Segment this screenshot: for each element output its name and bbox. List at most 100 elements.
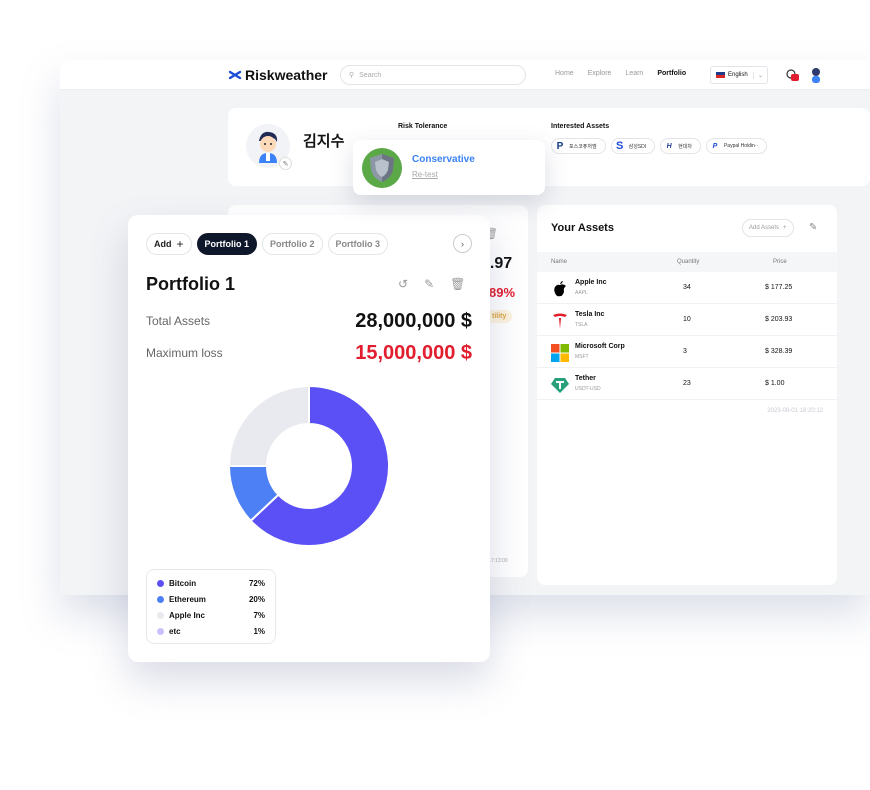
shield-icon — [362, 148, 402, 188]
legend-percent: 1% — [253, 626, 265, 636]
interest-chip-posco[interactable]: P 포스코퓨처엠 — [551, 138, 606, 154]
samsung-logo-icon: S — [615, 140, 624, 152]
chip-label: 포스코퓨처엠 — [569, 143, 597, 150]
col-name: Name — [551, 259, 568, 265]
portfolio-title: Portfolio 1 — [146, 274, 235, 294]
avatar: ✎ — [246, 124, 292, 170]
asset-ticker: AAPL — [575, 290, 588, 296]
posco-logo-icon: P — [556, 140, 564, 152]
total-assets-label: Total Assets — [146, 314, 211, 328]
chip-label: Paypal Holdin·· — [723, 143, 759, 149]
table-row[interactable]: Microsoft Corp MSFT 3 $ 328.39 — [537, 336, 837, 368]
risk-tolerance-popup: Conservative Re-test — [353, 140, 545, 195]
nav-portfolio[interactable]: Portfolio — [657, 70, 686, 77]
tab-portfolio-2[interactable]: Portfolio 2 — [262, 233, 323, 255]
logo-text: Riskweather — [245, 67, 328, 83]
legend-item: Bitcoin 72% — [157, 575, 265, 591]
user-avatar-icon[interactable] — [810, 67, 822, 83]
tab-portfolio-1[interactable]: Portfolio 1 — [196, 233, 258, 255]
chevron-right-icon[interactable]: › — [453, 234, 472, 253]
legend-item: etc 1% — [157, 623, 265, 639]
language-label: English — [728, 72, 748, 78]
chip-label: 삼성SDI — [628, 143, 647, 150]
assets-timestamp: 2023-08-01 18:20:12 — [767, 408, 823, 414]
search-input[interactable]: ⚲ Search — [340, 65, 526, 85]
risk-tolerance-label: Risk Tolerance — [398, 123, 448, 130]
language-select[interactable]: English ⌄ — [710, 66, 768, 84]
interest-chip-hyundai[interactable]: H 현대차 — [660, 138, 701, 154]
legend-dot — [157, 595, 164, 603]
edit-icon[interactable]: ✎ — [809, 222, 817, 233]
interest-chip-samsung[interactable]: S 삼성SDI — [610, 138, 656, 154]
asset-name: Microsoft Corp — [575, 343, 625, 350]
legend-dot — [157, 579, 164, 587]
col-price: Price — [773, 259, 787, 265]
asset-price: $ 328.39 — [765, 348, 793, 355]
edit-icon[interactable]: ✎ — [424, 277, 434, 291]
user-character-icon — [259, 131, 278, 163]
max-loss-value: 15,000,000 $ — [355, 342, 472, 364]
nav-learn[interactable]: Learn — [625, 70, 643, 77]
top-nav: Riskweather ⚲ Search Home Explore Learn … — [60, 60, 870, 90]
nav-home[interactable]: Home — [555, 70, 574, 77]
asset-quantity: 23 — [683, 380, 691, 387]
add-label: Add — [154, 239, 172, 249]
username: 김지수 — [303, 133, 345, 150]
trash-icon[interactable]: 🗑 — [450, 277, 465, 291]
asset-ticker: TSLA — [575, 322, 588, 328]
table-header: Name Quantity Price — [537, 252, 837, 272]
table-row[interactable]: Apple Inc AAPL 34 $ 177.25 — [537, 272, 837, 304]
asset-quantity: 34 — [683, 284, 691, 291]
legend-item: Apple Inc 7% — [157, 607, 265, 623]
plus-icon: + — [176, 237, 184, 251]
legend-name: etc — [169, 626, 181, 636]
add-assets-button[interactable]: Add Assets + — [742, 219, 794, 237]
asset-price: $ 177.25 — [765, 284, 793, 291]
risk-level-title: Conservative — [412, 154, 475, 165]
table-row[interactable]: Tesla Inc TSLA 10 $ 203.93 — [537, 304, 837, 336]
col-quantity: Quantity — [677, 259, 700, 265]
legend-dot — [157, 611, 164, 619]
legend-name: Apple Inc — [169, 610, 206, 620]
retest-link[interactable]: Re-test — [412, 170, 438, 179]
legend-name: Ethereum — [169, 594, 206, 604]
edit-avatar-icon[interactable]: ✎ — [279, 157, 292, 170]
asset-ticker: USDT-USD — [575, 386, 601, 392]
legend-dot — [157, 627, 164, 635]
tether-logo-icon — [551, 378, 569, 393]
tesla-logo-icon — [553, 313, 567, 329]
apple-logo-icon — [554, 281, 566, 297]
legend-percent: 7% — [253, 610, 265, 620]
tab-portfolio-3[interactable]: Portfolio 3 — [327, 233, 389, 255]
nav-explore[interactable]: Explore — [588, 70, 612, 77]
add-portfolio-button[interactable]: Add + — [146, 233, 192, 255]
refresh-icon[interactable]: ↺ — [398, 277, 408, 291]
background-percent: 89% — [489, 285, 516, 300]
asset-name: Tesla Inc — [575, 311, 605, 318]
notification-icon[interactable] — [785, 68, 799, 82]
logo-icon — [228, 70, 242, 80]
asset-ticker: MSFT — [575, 354, 589, 360]
microsoft-logo-icon — [551, 344, 569, 362]
your-assets-card: Your Assets Add Assets + ✎ Name Quantity … — [537, 205, 837, 585]
allocation-donut-chart — [228, 385, 390, 547]
table-row[interactable]: Tether USDT-USD 23 $ 1.00 — [537, 368, 837, 400]
total-assets-value: 28,000,000 $ — [355, 310, 472, 332]
legend-item: Ethereum 20% — [157, 591, 265, 607]
asset-price: $ 203.93 — [765, 316, 793, 323]
legend-name: Bitcoin — [169, 578, 197, 588]
search-icon: ⚲ — [349, 72, 355, 79]
asset-name: Apple Inc — [575, 279, 607, 286]
max-loss-label: Maximum loss — [146, 346, 223, 360]
plus-icon: + — [783, 225, 787, 231]
search-placeholder: Search — [359, 71, 382, 79]
legend-percent: 20% — [248, 594, 265, 604]
interest-chip-paypal[interactable]: P Paypal Holdin·· — [705, 138, 768, 154]
portfolio-card: Add + Portfolio 1 Portfolio 2 Portfolio 3… — [128, 215, 490, 662]
chip-label: 현대차 — [678, 143, 692, 150]
logo[interactable]: Riskweather — [228, 67, 327, 83]
chevron-down-icon: ⌄ — [753, 71, 767, 79]
us-flag-icon — [716, 72, 725, 78]
add-assets-label: Add Assets — [749, 225, 780, 231]
profile-card: ✎ 김지수 Risk Tolerance Interested Assets P… — [228, 108, 870, 186]
